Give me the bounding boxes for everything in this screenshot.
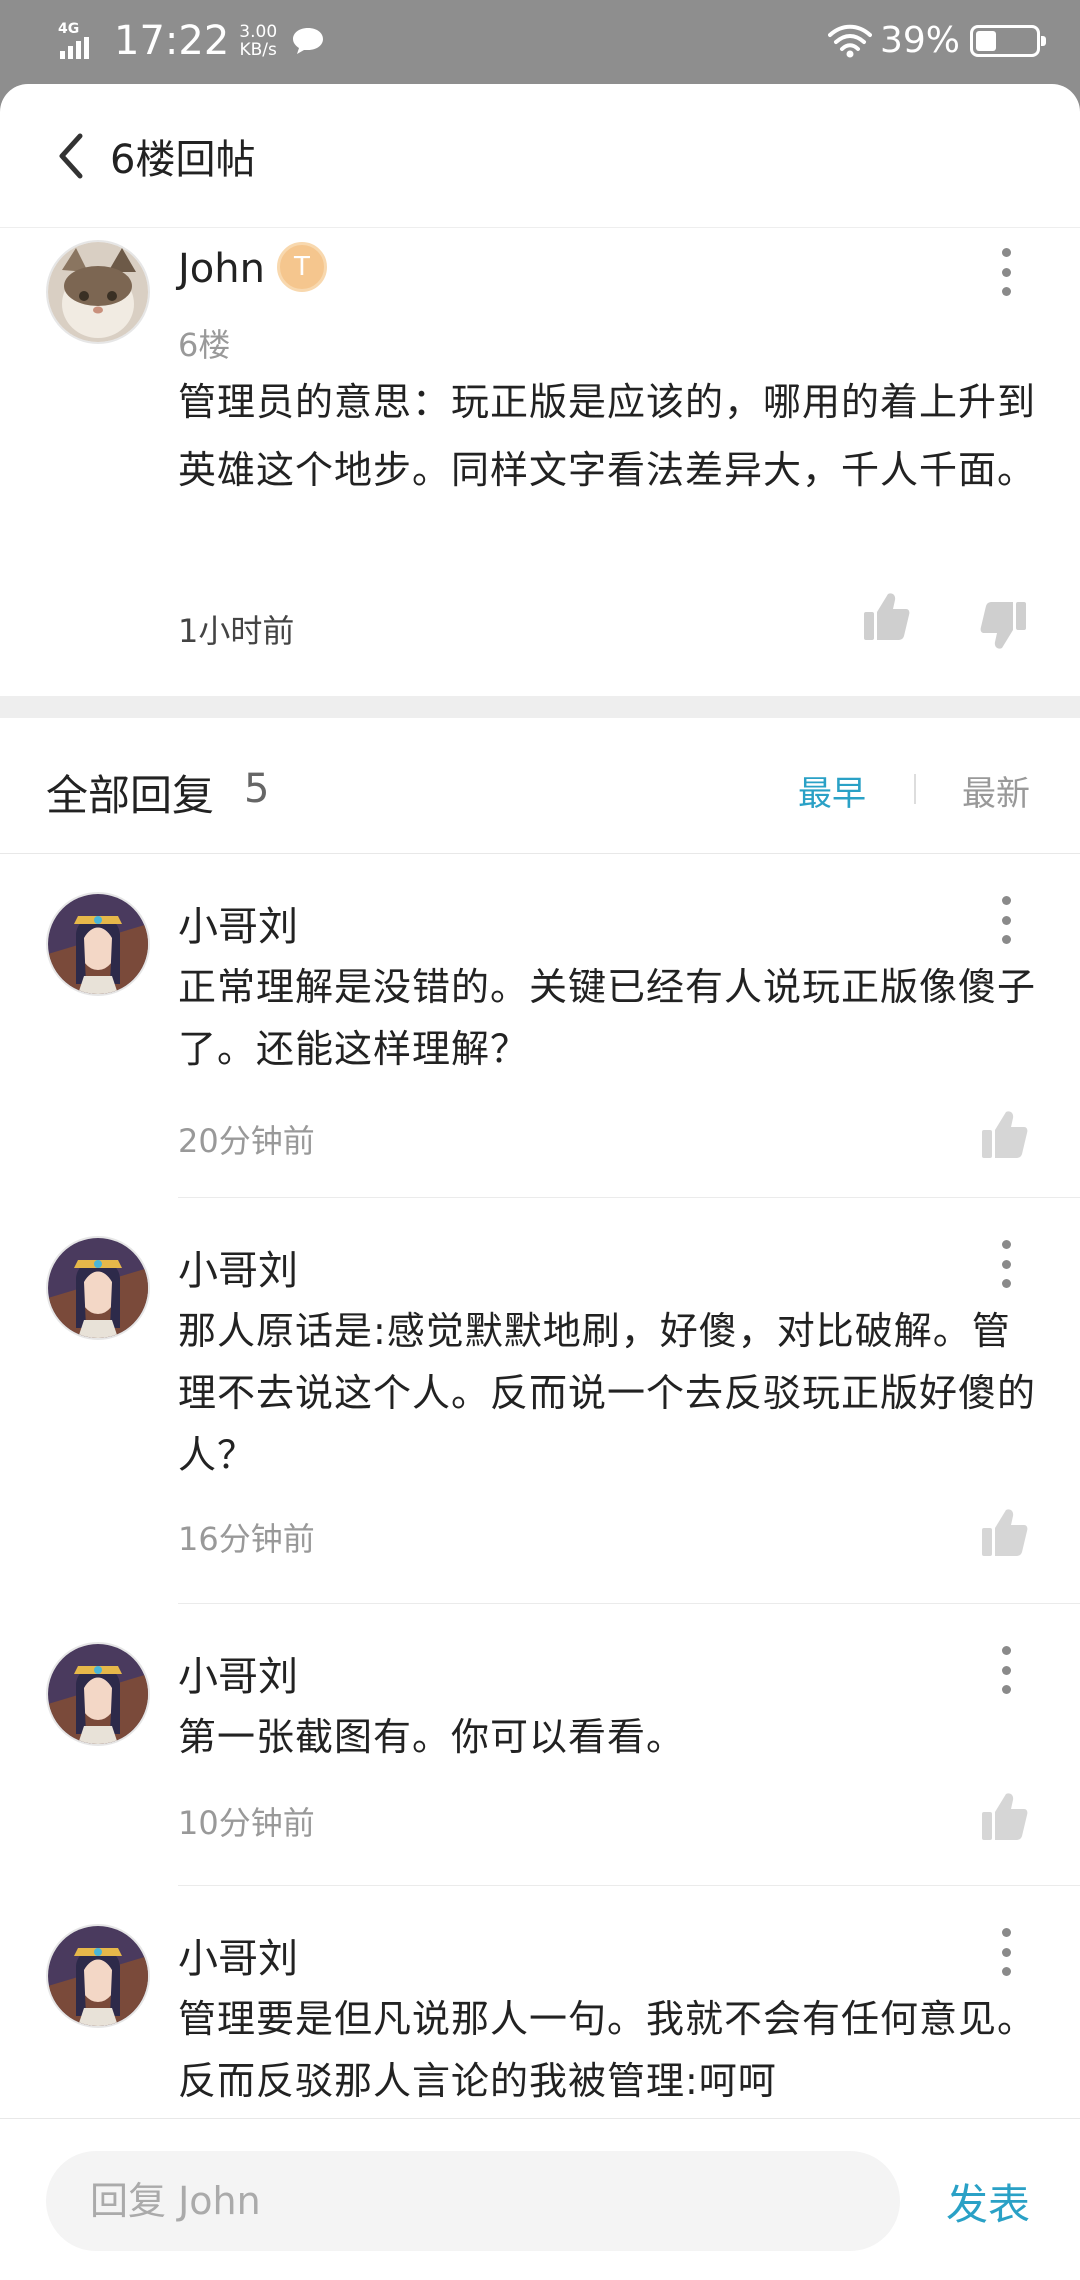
- original-post: John T 6楼 管理员的意思：玩正版是应该的，哪用的着上升到英雄这个地步。同样…: [0, 228, 1080, 696]
- anime-avatar-image: [48, 1644, 148, 1744]
- more-options-button[interactable]: [1000, 1240, 1012, 1288]
- more-options-button[interactable]: [1000, 896, 1012, 944]
- more-options-button[interactable]: [1000, 1646, 1012, 1694]
- reply-content: 正常理解是没错的。关键已经有人说玩正版像傻子了。还能这样理解？: [178, 965, 1037, 1071]
- page-title: 6楼回帖: [110, 136, 256, 183]
- sort-separator: [914, 774, 916, 804]
- battery-percent: 39%: [879, 20, 960, 61]
- status-bar: 4G 17:22 3.00 KB/s 39%: [0, 0, 1080, 84]
- username[interactable]: 小哥刘: [178, 894, 298, 952]
- wifi-icon: [827, 24, 872, 57]
- floor-number: 6楼: [178, 326, 231, 364]
- anime-avatar-image: [48, 894, 148, 994]
- top-bar: 6楼回帖: [0, 84, 1080, 228]
- section-divider: [0, 696, 1080, 718]
- username[interactable]: 小哥刘: [178, 1644, 298, 1702]
- avatar[interactable]: [46, 1236, 150, 1340]
- post-detail-card: 6楼回帖 John T 6楼 管理员的意思：玩正版是应该的，哪用的着上升到英雄这个…: [0, 84, 1080, 2280]
- avatar[interactable]: [46, 892, 150, 996]
- post-time: 1小时前: [178, 612, 295, 650]
- reply-input[interactable]: [46, 2151, 900, 2251]
- username[interactable]: 小哥刘: [178, 1238, 298, 1296]
- reply-time: 16分钟前: [178, 1520, 315, 1558]
- replies-title: 全部回复: [46, 771, 215, 820]
- battery-icon: [970, 24, 1046, 57]
- reply-content: 那人原话是:感觉默默地刷，好傻，对比破解。管理不去说这个人。反而说一个去反驳玩正…: [178, 1309, 1037, 1477]
- reply-content: 管理要是但凡说那人一句。我就不会有任何意见。反而反驳那人言论的我被管理:呵呵: [178, 1997, 1037, 2103]
- anime-avatar-image: [48, 1926, 148, 2026]
- thumbs-up-icon[interactable]: [980, 1108, 1028, 1160]
- more-options-button[interactable]: [1000, 248, 1012, 296]
- username[interactable]: 小哥刘: [178, 1926, 298, 1984]
- more-options-button[interactable]: [1000, 1928, 1012, 1976]
- network-type: 4G: [58, 21, 80, 37]
- thumbs-up-icon[interactable]: [862, 590, 910, 642]
- post-content: 管理员的意思：玩正版是应该的，哪用的着上升到英雄这个地步。同样文字看法差异大，千…: [178, 380, 1037, 492]
- reply-item: 小哥刘 正常理解是没错的。关键已经有人说玩正版像傻子了。还能这样理解？ 20分钟…: [0, 854, 1080, 1198]
- avatar[interactable]: [46, 240, 150, 344]
- reply-bar: 发表: [0, 2118, 1080, 2280]
- anime-avatar-image: [48, 1238, 148, 1338]
- network-speed: 3.00 KB/s: [239, 22, 278, 60]
- reply-time: 10分钟前: [178, 1804, 315, 1842]
- send-button[interactable]: 发表: [946, 2171, 1030, 2232]
- replies-header: 全部回复 5 最早 最新: [0, 718, 1080, 854]
- reply-content: 第一张截图有。你可以看看。: [178, 1715, 686, 1759]
- chevron-left-icon: [59, 133, 83, 178]
- cat-avatar-image: [48, 242, 148, 342]
- user-level-badge: T: [276, 242, 327, 292]
- reply-item: 小哥刘 第一张截图有。你可以看看。 10分钟前: [0, 1604, 1080, 1886]
- sort-newest-tab[interactable]: 最新: [962, 766, 1030, 815]
- avatar[interactable]: [46, 1924, 150, 2028]
- back-button[interactable]: [56, 126, 96, 186]
- thumbs-up-icon[interactable]: [980, 1790, 1028, 1842]
- replies-count: 5: [244, 766, 270, 812]
- avatar[interactable]: [46, 1642, 150, 1746]
- reply-time: 20分钟前: [178, 1122, 315, 1160]
- username[interactable]: John T: [178, 242, 327, 296]
- reply-item: 小哥刘 那人原话是:感觉默默地刷，好傻，对比破解。管理不去说这个人。反而说一个去…: [0, 1198, 1080, 1604]
- sort-earliest-tab[interactable]: 最早: [798, 766, 866, 815]
- cellular-signal-icon: 4G: [58, 21, 104, 61]
- thumbs-up-icon[interactable]: [980, 1506, 1028, 1558]
- thumbs-down-icon[interactable]: [980, 600, 1028, 652]
- message-notification-icon: [293, 28, 324, 54]
- status-time: 17:22: [114, 18, 230, 64]
